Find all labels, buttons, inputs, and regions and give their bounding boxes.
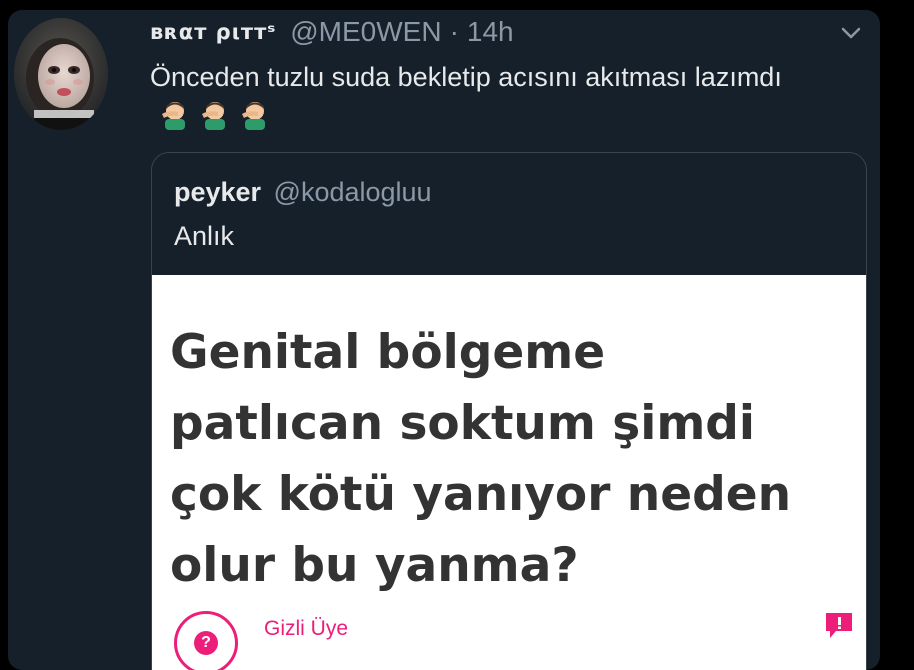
face-palm-emoji: [236, 100, 274, 132]
quoted-tweet[interactable]: peyker @kodalogluu Anlık Genital bölgeme…: [151, 152, 867, 670]
quoted-display-name: peyker: [174, 177, 262, 207]
chevron-down-icon[interactable]: [840, 26, 862, 40]
tweet-text: Önceden tuzlu suda bekletip acısını akıt…: [150, 62, 782, 92]
anonymous-user-icon: ?: [194, 631, 218, 655]
user-handle[interactable]: @ME0WEN: [290, 16, 441, 48]
quoted-tweet-image[interactable]: Genital bölgeme patlıcan soktum şimdi ço…: [152, 275, 866, 670]
emoji-row: [156, 100, 276, 132]
question-text: Genital bölgeme patlıcan soktum şimdi ço…: [170, 325, 792, 593]
separator-dot: ·: [449, 16, 459, 47]
tweet-body: Önceden tuzlu suda bekletip acısını akıt…: [150, 57, 840, 137]
quoted-tweet-text: Anlık: [174, 221, 235, 251]
timestamp[interactable]: 14h: [467, 16, 514, 48]
quoted-tweet-header: peyker @kodalogluu: [174, 177, 432, 208]
user-avatar[interactable]: [14, 18, 108, 130]
quoted-user-handle: @kodalogluu: [273, 177, 432, 207]
tweet-card[interactable]: ʙʀαт ριттˢ @ME0WEN · 14h Önceden tuzlu s…: [8, 10, 880, 670]
tweet-header: ʙʀαт ριттˢ @ME0WEN · 14h: [150, 15, 514, 49]
face-palm-emoji: [156, 100, 194, 132]
display-name[interactable]: ʙʀαт ριттˢ: [150, 20, 276, 44]
comment-icon: [824, 611, 854, 639]
face-palm-emoji: [196, 100, 234, 132]
anonymous-member-label: Gizli Üye: [264, 617, 349, 640]
